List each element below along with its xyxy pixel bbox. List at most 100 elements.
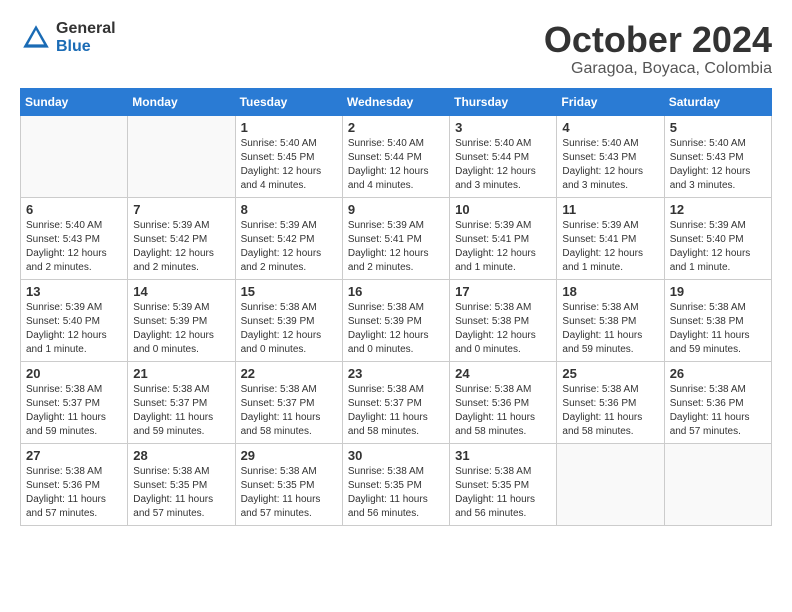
weekday-header: Monday (128, 88, 235, 115)
cell-content: Sunrise: 5:38 AM Sunset: 5:38 PM Dayligh… (455, 301, 551, 357)
calendar-cell: 5 Sunrise: 5:40 AM Sunset: 5:43 PM Daylig… (664, 115, 771, 197)
day-number: 29 (241, 448, 337, 463)
calendar-week-row: 27 Sunrise: 5:38 AM Sunset: 5:36 PM Dayli… (21, 443, 772, 525)
cell-content: Sunrise: 5:38 AM Sunset: 5:35 PM Dayligh… (241, 465, 337, 521)
day-number: 1 (241, 120, 337, 135)
weekday-header: Tuesday (235, 88, 342, 115)
day-number: 22 (241, 366, 337, 381)
calendar-cell (21, 115, 128, 197)
calendar-cell: 28Sunrise: 5:38 AM Sunset: 5:35 PM Dayli… (128, 443, 235, 525)
calendar-cell: 23 Sunrise: 5:38 AM Sunset: 5:37 PM Dayli… (342, 361, 449, 443)
title-block: October 2024 Garagoa, Boyaca, Colombia (544, 20, 772, 78)
day-number: 8 (241, 202, 337, 217)
calendar-cell: 11 Sunrise: 5:39 AM Sunset: 5:41 PM Dayli… (557, 197, 664, 279)
day-number: 14 (133, 284, 229, 299)
day-number: 31 (455, 448, 551, 463)
calendar-cell: 4 Sunrise: 5:40 AM Sunset: 5:43 PM Daylig… (557, 115, 664, 197)
calendar-cell: 13 Sunrise: 5:39 AM Sunset: 5:40 PM Dayli… (21, 279, 128, 361)
day-number: 13 (26, 284, 122, 299)
day-number: 2 (348, 120, 444, 135)
cell-content: Sunrise: 5:39 AM Sunset: 5:41 PM Dayligh… (562, 219, 658, 275)
calendar-week-row: 13 Sunrise: 5:39 AM Sunset: 5:40 PM Dayli… (21, 279, 772, 361)
logo-icon (20, 22, 52, 54)
cell-content: Sunrise: 5:38 AM Sunset: 5:39 PM Dayligh… (241, 301, 337, 357)
cell-content: Sunrise: 5:38 AM Sunset: 5:37 PM Dayligh… (241, 383, 337, 439)
cell-content: Sunrise: 5:39 AM Sunset: 5:42 PM Dayligh… (133, 219, 229, 275)
day-number: 16 (348, 284, 444, 299)
weekday-header-row: SundayMondayTuesdayWednesdayThursdayFrid… (21, 88, 772, 115)
cell-content: Sunrise: 5:38 AM Sunset: 5:36 PM Dayligh… (26, 465, 122, 521)
day-number: 26 (670, 366, 766, 381)
cell-content: Sunrise: 5:38 AM Sunset: 5:36 PM Dayligh… (670, 383, 766, 439)
calendar-cell: 30 Sunrise: 5:38 AM Sunset: 5:35 PM Dayli… (342, 443, 449, 525)
calendar-cell: 21 Sunrise: 5:38 AM Sunset: 5:37 PM Dayli… (128, 361, 235, 443)
day-number: 27 (26, 448, 122, 463)
calendar-cell: 29 Sunrise: 5:38 AM Sunset: 5:35 PM Dayli… (235, 443, 342, 525)
day-number: 9 (348, 202, 444, 217)
calendar-cell: 9Sunrise: 5:39 AM Sunset: 5:41 PM Daylig… (342, 197, 449, 279)
cell-content: Sunrise: 5:38 AM Sunset: 5:35 PM Dayligh… (455, 465, 551, 521)
cell-content: Sunrise: 5:38 AM Sunset: 5:35 PM Dayligh… (348, 465, 444, 521)
calendar-cell: 22 Sunrise: 5:38 AM Sunset: 5:37 PM Dayli… (235, 361, 342, 443)
weekday-header: Saturday (664, 88, 771, 115)
calendar-cell (557, 443, 664, 525)
cell-content: Sunrise: 5:38 AM Sunset: 5:38 PM Dayligh… (562, 301, 658, 357)
day-number: 19 (670, 284, 766, 299)
day-number: 18 (562, 284, 658, 299)
month-title: October 2024 (544, 20, 772, 60)
day-number: 12 (670, 202, 766, 217)
calendar-cell: 8 Sunrise: 5:39 AM Sunset: 5:42 PM Daylig… (235, 197, 342, 279)
calendar-week-row: 20Sunrise: 5:38 AM Sunset: 5:37 PM Dayli… (21, 361, 772, 443)
cell-content: Sunrise: 5:40 AM Sunset: 5:43 PM Dayligh… (562, 137, 658, 193)
cell-content: Sunrise: 5:38 AM Sunset: 5:37 PM Dayligh… (348, 383, 444, 439)
day-number: 11 (562, 202, 658, 217)
day-number: 23 (348, 366, 444, 381)
calendar-cell: 19 Sunrise: 5:38 AM Sunset: 5:38 PM Dayli… (664, 279, 771, 361)
weekday-header: Thursday (450, 88, 557, 115)
calendar-cell: 26 Sunrise: 5:38 AM Sunset: 5:36 PM Dayli… (664, 361, 771, 443)
calendar-week-row: 1 Sunrise: 5:40 AM Sunset: 5:45 PM Daylig… (21, 115, 772, 197)
day-number: 30 (348, 448, 444, 463)
cell-content: Sunrise: 5:38 AM Sunset: 5:38 PM Dayligh… (670, 301, 766, 357)
calendar-table: SundayMondayTuesdayWednesdayThursdayFrid… (20, 88, 772, 526)
cell-content: Sunrise: 5:39 AM Sunset: 5:41 PM Dayligh… (455, 219, 551, 275)
cell-content: Sunrise: 5:38 AM Sunset: 5:36 PM Dayligh… (455, 383, 551, 439)
day-number: 17 (455, 284, 551, 299)
calendar-cell: 12Sunrise: 5:39 AM Sunset: 5:40 PM Dayli… (664, 197, 771, 279)
day-number: 5 (670, 120, 766, 135)
cell-content: Sunrise: 5:38 AM Sunset: 5:37 PM Dayligh… (133, 383, 229, 439)
day-number: 10 (455, 202, 551, 217)
calendar-cell: 16 Sunrise: 5:38 AM Sunset: 5:39 PM Dayli… (342, 279, 449, 361)
cell-content: Sunrise: 5:39 AM Sunset: 5:42 PM Dayligh… (241, 219, 337, 275)
calendar-cell (128, 115, 235, 197)
day-number: 21 (133, 366, 229, 381)
calendar-cell: 27 Sunrise: 5:38 AM Sunset: 5:36 PM Dayli… (21, 443, 128, 525)
day-number: 3 (455, 120, 551, 135)
cell-content: Sunrise: 5:38 AM Sunset: 5:39 PM Dayligh… (348, 301, 444, 357)
cell-content: Sunrise: 5:40 AM Sunset: 5:43 PM Dayligh… (26, 219, 122, 275)
weekday-header: Friday (557, 88, 664, 115)
cell-content: Sunrise: 5:40 AM Sunset: 5:44 PM Dayligh… (455, 137, 551, 193)
cell-content: Sunrise: 5:40 AM Sunset: 5:43 PM Dayligh… (670, 137, 766, 193)
cell-content: Sunrise: 5:39 AM Sunset: 5:39 PM Dayligh… (133, 301, 229, 357)
day-number: 7 (133, 202, 229, 217)
calendar-week-row: 6Sunrise: 5:40 AM Sunset: 5:43 PM Daylig… (21, 197, 772, 279)
calendar-cell: 3 Sunrise: 5:40 AM Sunset: 5:44 PM Daylig… (450, 115, 557, 197)
logo-general: General (56, 20, 116, 38)
day-number: 25 (562, 366, 658, 381)
page-header: General Blue October 2024 Garagoa, Boyac… (20, 20, 772, 78)
logo-text: General Blue (56, 20, 116, 55)
cell-content: Sunrise: 5:39 AM Sunset: 5:40 PM Dayligh… (26, 301, 122, 357)
day-number: 24 (455, 366, 551, 381)
calendar-cell: 1 Sunrise: 5:40 AM Sunset: 5:45 PM Daylig… (235, 115, 342, 197)
calendar-cell (664, 443, 771, 525)
logo-blue: Blue (56, 38, 116, 56)
cell-content: Sunrise: 5:38 AM Sunset: 5:36 PM Dayligh… (562, 383, 658, 439)
calendar-cell: 10 Sunrise: 5:39 AM Sunset: 5:41 PM Dayli… (450, 197, 557, 279)
day-number: 4 (562, 120, 658, 135)
calendar-cell: 14 Sunrise: 5:39 AM Sunset: 5:39 PM Dayli… (128, 279, 235, 361)
weekday-header: Wednesday (342, 88, 449, 115)
calendar-cell: 7 Sunrise: 5:39 AM Sunset: 5:42 PM Daylig… (128, 197, 235, 279)
calendar-cell: 20Sunrise: 5:38 AM Sunset: 5:37 PM Dayli… (21, 361, 128, 443)
cell-content: Sunrise: 5:40 AM Sunset: 5:45 PM Dayligh… (241, 137, 337, 193)
